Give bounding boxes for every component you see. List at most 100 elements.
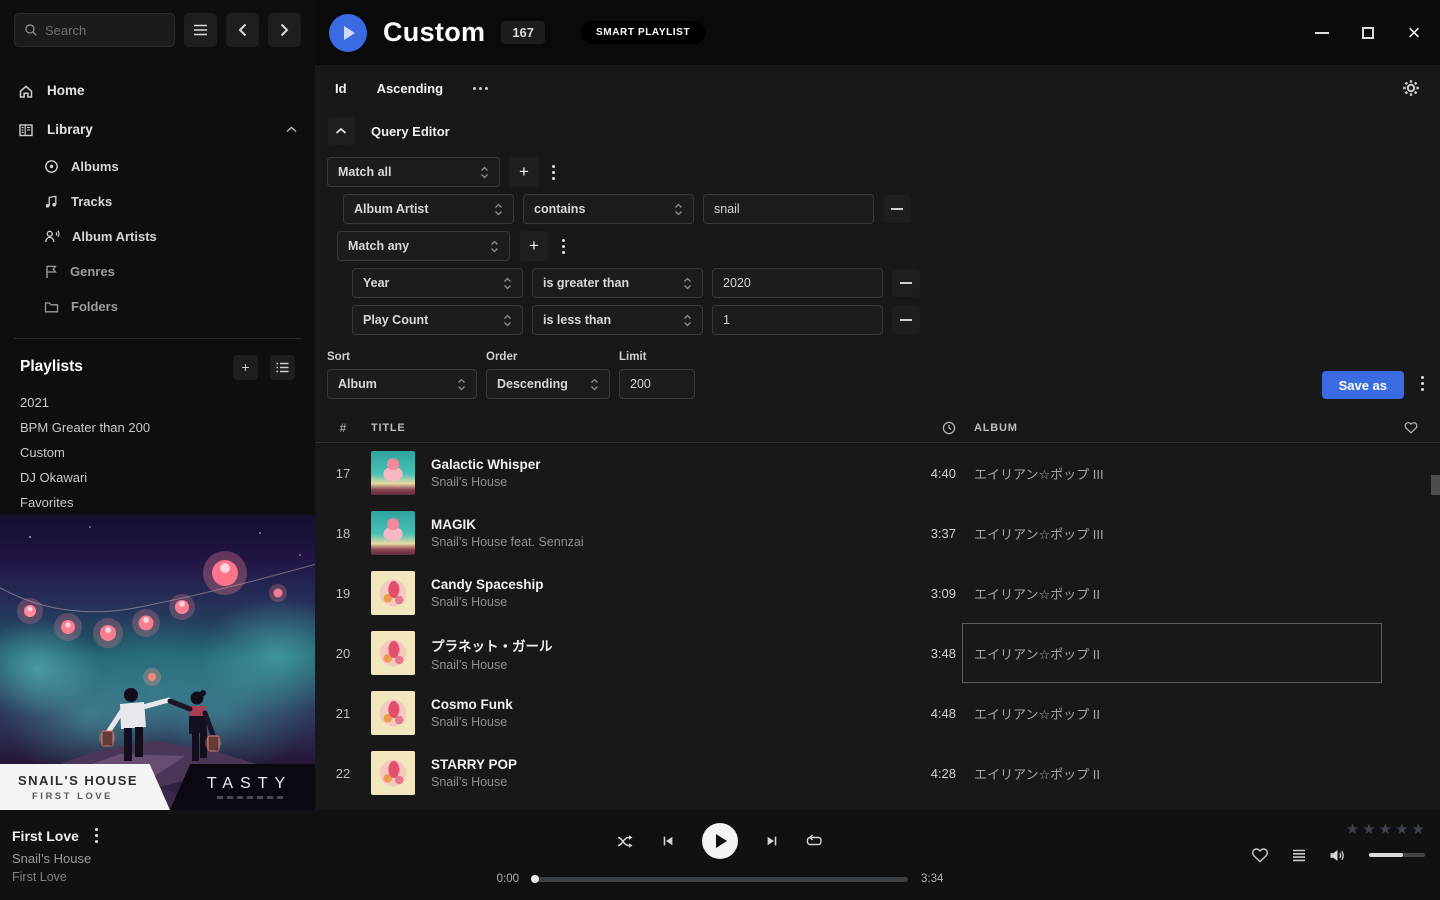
- album-cover-thumbnail[interactable]: [371, 691, 415, 735]
- playlist-item[interactable]: Favorites: [20, 490, 315, 515]
- rule-value-input[interactable]: [703, 194, 874, 224]
- rating-star[interactable]: ★: [1362, 822, 1375, 837]
- now-playing-options-button[interactable]: [91, 824, 102, 847]
- playlist-item[interactable]: DJ Okawari: [20, 465, 315, 490]
- track-album[interactable]: エイリアン☆ポップ III: [962, 503, 1382, 563]
- rating-star[interactable]: ★: [1412, 822, 1425, 837]
- menu-button[interactable]: [184, 13, 217, 47]
- track-row[interactable]: 21Cosmo FunkSnail’s House4:48エイリアン☆ポップ I…: [315, 683, 1440, 743]
- query-sort-select[interactable]: Album: [327, 369, 477, 399]
- rule-field-select[interactable]: Play Count: [352, 305, 523, 335]
- column-header-album[interactable]: ALBUM: [962, 422, 1382, 434]
- playlist-item[interactable]: 2021: [20, 390, 315, 415]
- match-type-select[interactable]: Match any: [337, 231, 510, 261]
- track-album[interactable]: エイリアン☆ポップ III: [962, 443, 1382, 503]
- play-playlist-button[interactable]: [329, 14, 367, 52]
- more-options-button[interactable]: [473, 87, 488, 90]
- rule-operator-select[interactable]: is greater than: [532, 268, 703, 298]
- sidebar-item-albums[interactable]: Albums: [0, 149, 315, 184]
- album-cover-thumbnail[interactable]: [371, 571, 415, 615]
- track-artist[interactable]: Snail’s House: [431, 715, 880, 729]
- album-cover-thumbnail[interactable]: [371, 511, 415, 555]
- track-album[interactable]: エイリアン☆ポップ II: [962, 623, 1382, 683]
- rule-operator-select[interactable]: contains: [523, 194, 694, 224]
- seek-handle[interactable]: [531, 875, 539, 883]
- track-album[interactable]: エイリアン☆ポップ II: [962, 563, 1382, 623]
- track-title[interactable]: Candy Spaceship: [431, 577, 880, 592]
- nav-forward-button[interactable]: [268, 13, 301, 47]
- now-playing-title[interactable]: First Love: [12, 828, 79, 844]
- shuffle-button[interactable]: [617, 834, 634, 848]
- search-box[interactable]: [14, 13, 175, 47]
- album-cover-thumbnail[interactable]: [371, 451, 415, 495]
- sidebar-item-genres[interactable]: Genres: [0, 254, 315, 289]
- sidebar-item-album-artists[interactable]: Album Artists: [0, 219, 315, 254]
- track-title[interactable]: MAGIK: [431, 517, 880, 532]
- album-cover-thumbnail[interactable]: [371, 631, 415, 675]
- column-header-title[interactable]: TITLE: [371, 422, 890, 434]
- next-button[interactable]: [765, 834, 779, 848]
- previous-button[interactable]: [661, 834, 675, 848]
- add-rule-button[interactable]: +: [519, 231, 549, 261]
- rating-star[interactable]: ★: [1346, 822, 1359, 837]
- remove-rule-button[interactable]: [883, 195, 911, 223]
- rating-star[interactable]: ★: [1395, 822, 1408, 837]
- group-options-button[interactable]: [558, 235, 569, 258]
- track-artist[interactable]: Snail’s House feat. Sennzai: [431, 535, 880, 549]
- minimize-button[interactable]: [1310, 21, 1334, 45]
- add-playlist-button[interactable]: +: [233, 355, 258, 380]
- sidebar-item-folders[interactable]: Folders: [0, 289, 315, 324]
- play-pause-button[interactable]: [702, 823, 738, 859]
- queue-icon[interactable]: [1292, 849, 1306, 862]
- rule-field-select[interactable]: Year: [352, 268, 523, 298]
- sidebar-item-tracks[interactable]: Tracks: [0, 184, 315, 219]
- track-title[interactable]: プラネット・ガール: [431, 635, 880, 655]
- now-playing-album[interactable]: First Love: [12, 870, 485, 884]
- track-album[interactable]: エイリアン☆ポップ II: [962, 683, 1382, 743]
- chevron-up-icon[interactable]: [286, 126, 297, 133]
- track-artist[interactable]: Snail’s House: [431, 658, 880, 672]
- volume-icon[interactable]: [1329, 848, 1346, 863]
- sort-order-control[interactable]: Ascending: [377, 81, 443, 96]
- scrollbar-thumb[interactable]: [1431, 475, 1440, 495]
- track-row[interactable]: 17Galactic WhisperSnail’s House4:40エイリアン…: [315, 443, 1440, 503]
- rule-value-input[interactable]: [712, 268, 883, 298]
- track-title[interactable]: Galactic Whisper: [431, 457, 880, 472]
- favorite-heart-icon[interactable]: [1251, 847, 1269, 863]
- column-header-favorite[interactable]: [1382, 421, 1440, 434]
- seek-slider[interactable]: [532, 877, 908, 882]
- column-header-number[interactable]: #: [315, 421, 371, 435]
- remove-rule-button[interactable]: [892, 269, 920, 297]
- search-input[interactable]: [45, 23, 155, 38]
- remove-rule-button[interactable]: [892, 306, 920, 334]
- track-artist[interactable]: Snail’s House: [431, 475, 880, 489]
- sidebar-item-library[interactable]: Library: [0, 110, 315, 149]
- save-as-button[interactable]: Save as: [1322, 371, 1404, 399]
- playlist-item[interactable]: Custom: [20, 440, 315, 465]
- rule-value-input[interactable]: [712, 305, 883, 335]
- track-row[interactable]: 22STARRY POPSnail’s House4:28エイリアン☆ポップ I…: [315, 743, 1440, 803]
- track-row[interactable]: 19Candy SpaceshipSnail’s House3:09エイリアン☆…: [315, 563, 1440, 623]
- sidebar-item-home[interactable]: Home: [0, 71, 315, 110]
- track-title[interactable]: STARRY POP: [431, 757, 880, 772]
- close-button[interactable]: ×: [1402, 21, 1426, 45]
- rule-field-select[interactable]: Album Artist: [343, 194, 514, 224]
- match-type-select[interactable]: Match all: [327, 157, 500, 187]
- volume-slider[interactable]: [1369, 853, 1425, 857]
- rating-star[interactable]: ★: [1379, 822, 1392, 837]
- query-limit-input[interactable]: [619, 369, 695, 399]
- album-cover-thumbnail[interactable]: [371, 751, 415, 795]
- save-options-button[interactable]: [1417, 372, 1428, 395]
- track-artist[interactable]: Snail’s House: [431, 595, 880, 609]
- playlist-list-button[interactable]: [270, 355, 295, 380]
- collapse-query-editor-button[interactable]: [327, 117, 355, 145]
- nav-back-button[interactable]: [226, 13, 259, 47]
- rule-operator-select[interactable]: is less than: [532, 305, 703, 335]
- track-row[interactable]: 20プラネット・ガールSnail’s House3:48エイリアン☆ポップ II: [315, 623, 1440, 683]
- track-title[interactable]: Cosmo Funk: [431, 697, 880, 712]
- query-order-select[interactable]: Descending: [486, 369, 610, 399]
- column-header-duration[interactable]: [890, 421, 962, 435]
- add-rule-button[interactable]: +: [509, 157, 539, 187]
- playlist-item[interactable]: BPM Greater than 200: [20, 415, 315, 440]
- track-row[interactable]: 18MAGIKSnail’s House feat. Sennzai3:37エイ…: [315, 503, 1440, 563]
